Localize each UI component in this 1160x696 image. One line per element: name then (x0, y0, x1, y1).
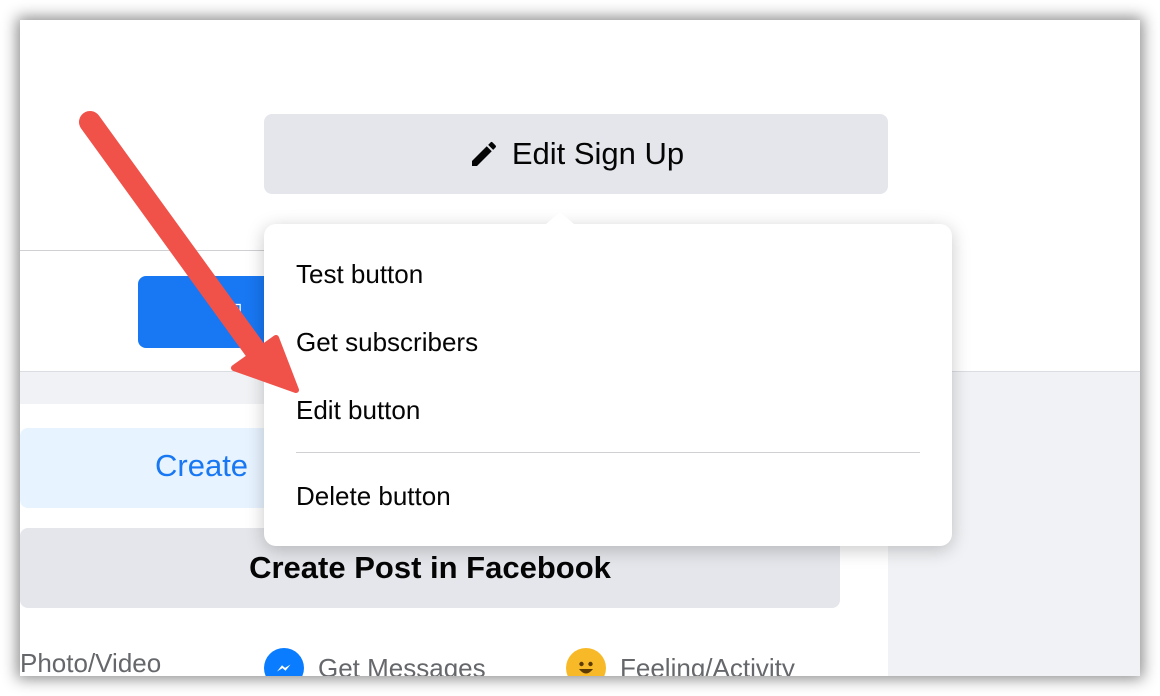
photo-video-action[interactable]: Photo/Video (20, 648, 161, 676)
photo-video-label: Photo/Video (20, 648, 162, 676)
messenger-icon (264, 648, 304, 676)
menu-item-get-subscribers[interactable]: Get subscribers (296, 327, 478, 358)
pencil-icon (471, 141, 496, 166)
menu-item-test-button[interactable]: Test button (296, 259, 423, 290)
feeling-activity-label: Feeling/Activity (620, 652, 795, 677)
create-post-label: Create Post in Facebook (249, 550, 611, 585)
feeling-activity-action[interactable]: Feeling/Activity (566, 648, 795, 676)
edit-signup-label: Edit Sign Up (511, 136, 685, 171)
section-divider (20, 250, 264, 251)
screenshot-frame: Edit Sign Up ▣ Create Create Post in Fac… (20, 20, 1140, 676)
button-options-menu: Test button Get subscribers Edit button … (264, 212, 952, 546)
primary-action-icon: ▣ (222, 298, 243, 323)
post-actions: Photo/Video Get Messages Feeling/Activit… (20, 648, 888, 676)
smiley-icon (566, 648, 606, 676)
menu-item-delete-button[interactable]: Delete button (296, 481, 451, 512)
menu-separator (296, 452, 920, 453)
create-label: Create (155, 448, 249, 483)
edit-signup-button[interactable]: Edit Sign Up (264, 114, 888, 194)
get-messages-action[interactable]: Get Messages (264, 648, 486, 676)
get-messages-label: Get Messages (318, 652, 486, 677)
menu-item-edit-button[interactable]: Edit button (296, 395, 420, 426)
menu-caret (546, 212, 574, 224)
